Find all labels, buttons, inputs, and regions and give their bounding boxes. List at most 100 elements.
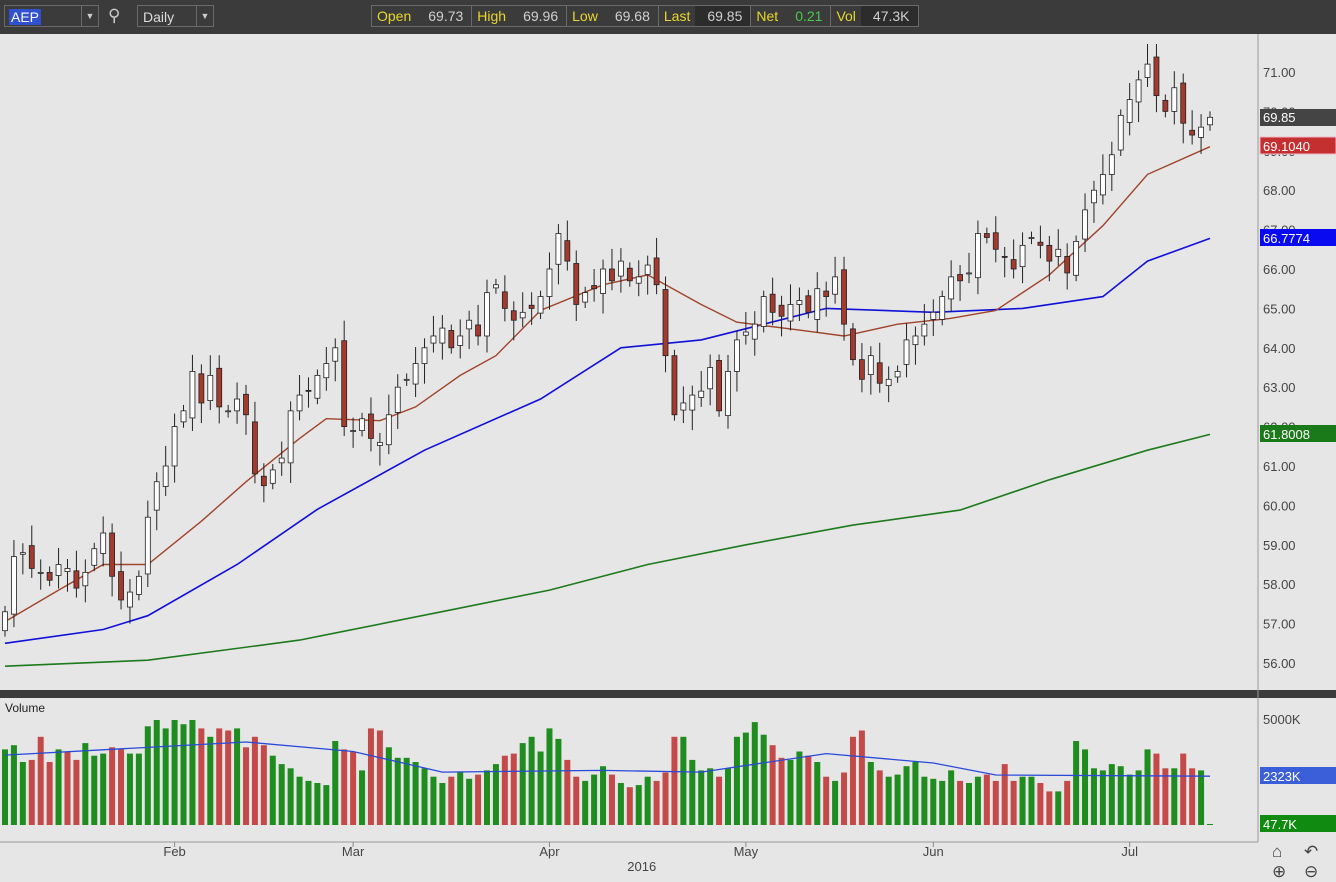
candle-up — [189, 371, 196, 419]
volume-bar-up — [903, 766, 910, 825]
candle-down — [528, 304, 535, 309]
candle-down — [501, 291, 508, 309]
candle-down — [609, 268, 615, 282]
candle-up — [894, 371, 901, 378]
candle-up — [82, 571, 89, 587]
volume-bar-up — [1135, 770, 1142, 825]
candle-up — [55, 564, 62, 576]
volume-bar-down — [1046, 791, 1053, 825]
volume-bar-down — [73, 759, 80, 825]
volume-bar-down — [28, 759, 35, 825]
candle-up — [457, 335, 464, 346]
candle-up — [644, 264, 651, 275]
price-tick: 58.00 — [1263, 577, 1296, 592]
panel-divider[interactable] — [0, 690, 1336, 698]
volume-bar-up — [2, 749, 8, 825]
candle-up — [796, 300, 803, 305]
candle-down — [653, 257, 660, 286]
volume-bar-down — [448, 776, 455, 825]
candle-up — [966, 272, 972, 275]
month-tick-label: Apr — [539, 844, 560, 859]
candle-up — [939, 296, 946, 320]
volume-bar-up — [189, 720, 196, 825]
zoom-in-icon[interactable]: ⊕ — [1272, 862, 1286, 882]
volume-bar-up — [153, 720, 160, 825]
price-chart[interactable]: Volume 56.0057.0058.0059.0060.0061.0062.… — [0, 0, 1336, 882]
candle-up — [376, 441, 383, 446]
volume-bar-up — [796, 751, 803, 825]
candle-up — [359, 418, 365, 431]
candle-up — [412, 363, 419, 385]
candle-down — [260, 475, 267, 487]
candle-up — [162, 465, 169, 487]
candle-up — [385, 414, 392, 446]
volume-bar-up — [1073, 741, 1080, 825]
volume-bar-up — [1019, 776, 1026, 825]
home-icon[interactable]: ⌂ — [1272, 842, 1282, 862]
volume-bar-down — [510, 753, 517, 825]
volume-bar-up — [644, 776, 651, 825]
candle-down — [671, 355, 678, 416]
volume-bar-down — [653, 780, 660, 825]
zoom-out-icon[interactable]: ⊖ — [1304, 862, 1318, 882]
volume-bar-down — [769, 745, 776, 825]
volume-bar-up — [814, 762, 821, 825]
candle-up — [751, 323, 758, 340]
candle-up — [760, 296, 767, 327]
volume-bar-up — [171, 720, 178, 825]
candle-down — [448, 330, 455, 349]
volume-bar-up — [278, 764, 285, 825]
volume-bar-up — [314, 783, 321, 825]
candle-up — [1198, 126, 1204, 138]
volume-bar-up — [698, 770, 705, 825]
price-tick: 56.00 — [1263, 656, 1296, 671]
price-tick: 66.00 — [1263, 262, 1296, 277]
candle-up — [885, 378, 892, 387]
candle-up — [278, 457, 285, 464]
chart-controls: ⌂ ↶ ⊕ ⊖ — [1268, 842, 1336, 882]
candle-down — [1162, 99, 1169, 112]
volume-bar-up — [948, 770, 955, 825]
candle-down — [305, 389, 312, 392]
candle-up — [814, 288, 821, 320]
candle-up — [617, 260, 624, 277]
candle-up — [1126, 99, 1133, 123]
undo-icon[interactable]: ↶ — [1304, 842, 1318, 862]
candle-up — [1099, 174, 1106, 196]
candle-up — [1091, 189, 1097, 204]
volume-bar-up — [1144, 749, 1151, 825]
volume-bar-up — [751, 722, 758, 825]
candle-up — [100, 532, 107, 554]
volume-bar-up — [126, 753, 133, 825]
candle-down — [1180, 82, 1187, 124]
candle-up — [350, 430, 357, 432]
candle-down — [198, 373, 205, 404]
volume-bar-down — [376, 730, 383, 825]
volume-bar-up — [1198, 770, 1205, 825]
volume-bar-up — [689, 759, 696, 825]
price-tick: 71.00 — [1263, 65, 1296, 80]
candle-down — [626, 267, 633, 282]
candle-up — [519, 311, 526, 319]
volume-bar-up — [885, 776, 892, 825]
last-price-label: 69.85 — [1263, 110, 1296, 125]
price-axis: 56.0057.0058.0059.0060.0061.0062.0063.00… — [1263, 65, 1296, 671]
volume-bar-down — [841, 772, 848, 825]
volume-bar-up — [555, 738, 562, 825]
candle-down — [46, 571, 53, 581]
candle-up — [787, 304, 794, 322]
volume-bar-up — [323, 785, 330, 825]
volume-bar-down — [1162, 768, 1169, 825]
volume-bar-down — [1037, 783, 1044, 825]
volume-bar-up — [55, 749, 62, 825]
candle-up — [180, 410, 187, 423]
volume-bar-up — [537, 751, 544, 825]
volume-tick: 5000K — [1263, 712, 1301, 727]
volume-bar-up — [100, 753, 107, 825]
volume-bar-up — [430, 776, 437, 825]
candle-down — [983, 233, 990, 238]
candle-down — [1046, 244, 1053, 262]
candle-up — [680, 402, 687, 411]
volume-bar-up — [1099, 770, 1106, 825]
volume-bar-down — [243, 747, 249, 825]
